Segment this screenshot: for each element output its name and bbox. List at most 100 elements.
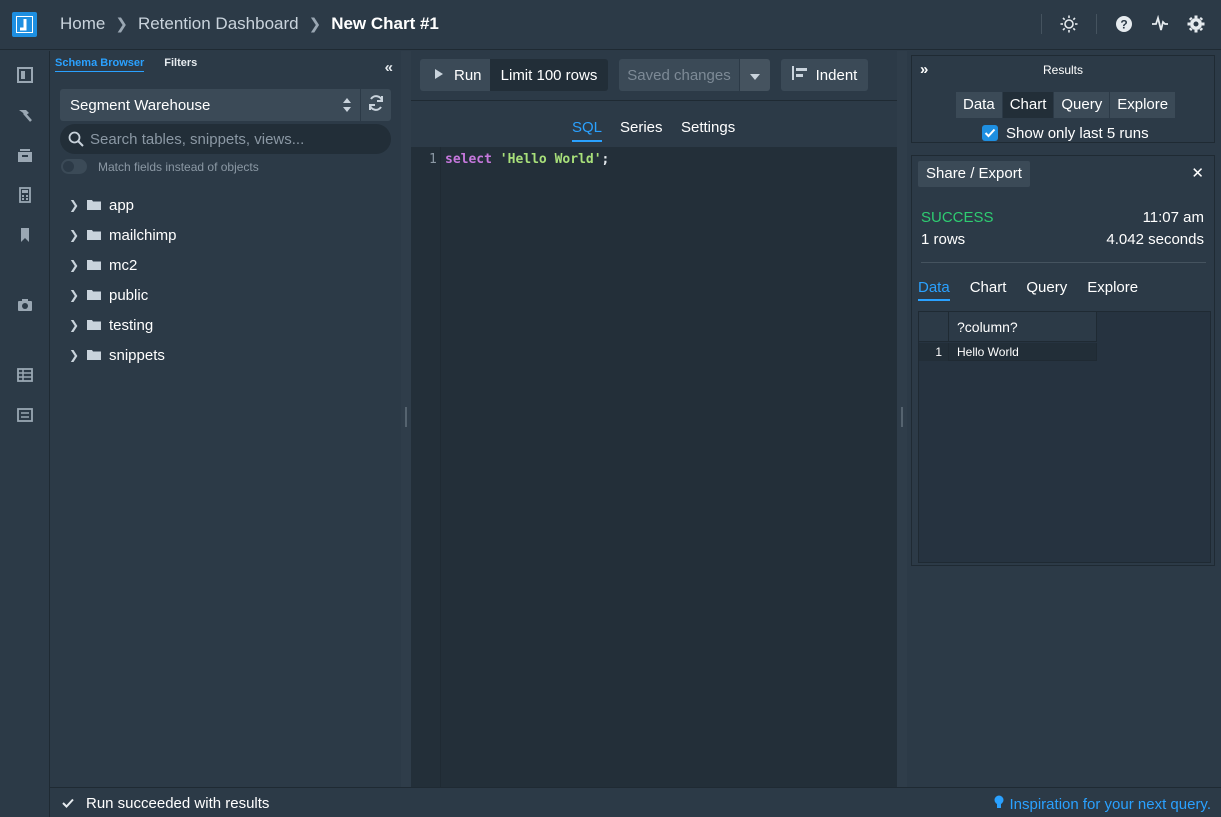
run-tab-explore[interactable]: Explore: [1087, 279, 1138, 301]
camera-icon[interactable]: [17, 297, 35, 315]
schema-item[interactable]: ❯ app: [69, 190, 177, 220]
match-fields-toggle[interactable]: [61, 159, 87, 174]
table-icon[interactable]: [17, 367, 35, 385]
schema-item[interactable]: ❯ mailchimp: [69, 220, 177, 250]
folder-icon: [87, 347, 109, 364]
sun-icon[interactable]: [1060, 15, 1078, 33]
results-tab-explore[interactable]: Explore: [1110, 92, 1177, 118]
indent-button[interactable]: Indent: [781, 59, 868, 91]
saved-changes-dropdown[interactable]: [740, 59, 770, 91]
folder-icon: [87, 287, 109, 304]
editor-tabs: SQL Series Settings: [411, 100, 897, 150]
editor-panel: Run Limit 100 rows Saved changes Indent …: [411, 51, 897, 787]
hammer-icon[interactable]: [17, 107, 35, 125]
table-row: 1 Hello World: [919, 343, 1097, 361]
run-duration: 4.042 seconds: [1106, 231, 1204, 248]
row-count: 1 rows: [921, 231, 966, 248]
chevron-right-icon: ❯: [69, 258, 80, 272]
pulse-icon[interactable]: [1151, 15, 1169, 33]
schema-item[interactable]: ❯ mc2: [69, 250, 177, 280]
refresh-button[interactable]: [361, 89, 391, 121]
tab-sql[interactable]: SQL: [572, 119, 603, 142]
results-header-box: » Results Data Chart Query Explore Show …: [911, 55, 1215, 143]
app-logo[interactable]: [12, 12, 37, 37]
share-export-button[interactable]: Share / Export: [918, 161, 1030, 187]
calculator-icon[interactable]: [17, 187, 35, 205]
schema-item[interactable]: ❯ snippets: [69, 340, 177, 370]
divider: [921, 262, 1206, 263]
code-line[interactable]: select 'Hello World';: [445, 152, 609, 167]
grid-header: ?column?: [919, 312, 1097, 342]
breadcrumb-current[interactable]: New Chart #1: [331, 14, 439, 34]
inspiration-link[interactable]: Inspiration for your next query.: [994, 795, 1211, 814]
top-icons: ?: [1041, 14, 1205, 34]
show-last-runs-checkbox[interactable]: [982, 125, 998, 141]
results-tab-chart[interactable]: Chart: [1002, 92, 1055, 118]
sql-keyword: select: [445, 152, 492, 167]
results-panel: » Results Data Chart Query Explore Show …: [907, 51, 1221, 787]
breadcrumb: Home ❯ Retention Dashboard ❯ New Chart #…: [60, 14, 439, 34]
folder-icon: [87, 197, 109, 214]
divider: [1096, 14, 1097, 34]
sql-string: 'Hello World': [499, 152, 602, 167]
run-button[interactable]: Run: [420, 59, 490, 91]
breadcrumb-home[interactable]: Home: [60, 14, 105, 34]
bookmark-icon[interactable]: [17, 227, 35, 245]
run-label: Run: [454, 66, 482, 84]
folder-icon: [87, 257, 109, 274]
folder-icon: [87, 227, 109, 244]
tab-schema-browser[interactable]: Schema Browser: [55, 57, 145, 72]
top-bar: Home ❯ Retention Dashboard ❯ New Chart #…: [0, 0, 1221, 50]
search-input[interactable]: Search tables, snippets, views...: [60, 124, 391, 154]
breadcrumb-dashboard[interactable]: Retention Dashboard: [138, 14, 299, 34]
tab-series[interactable]: Series: [620, 119, 663, 136]
results-tab-data[interactable]: Data: [956, 92, 1003, 118]
match-fields-label: Match fields instead of objects: [98, 160, 259, 174]
updown-arrows-icon: [342, 97, 352, 117]
run-status: SUCCESS: [921, 209, 994, 226]
result-grid: ?column? 1 Hello World: [918, 311, 1211, 563]
drag-handle[interactable]: [901, 407, 903, 427]
check-icon: [62, 795, 74, 812]
table-cell[interactable]: Hello World: [949, 343, 1097, 361]
import-icon[interactable]: [17, 407, 35, 425]
sql-editor[interactable]: 1 select 'Hello World';: [411, 147, 897, 787]
results-title: Results: [1042, 63, 1083, 77]
schema-item-label: mailchimp: [109, 226, 177, 244]
run-time: 11:07 am: [1142, 209, 1204, 226]
chevron-right-icon: ❯: [308, 16, 322, 33]
dashboard-icon[interactable]: [17, 67, 35, 85]
warehouse-select[interactable]: Segment Warehouse: [60, 89, 360, 121]
collapse-left-icon[interactable]: «: [385, 59, 393, 76]
gear-icon[interactable]: [1187, 15, 1205, 33]
saved-changes-button[interactable]: Saved changes: [619, 59, 739, 91]
line-number: 1: [429, 152, 437, 167]
tab-settings[interactable]: Settings: [681, 119, 735, 136]
show-last-runs-label: Show only last 5 runs: [1006, 125, 1149, 142]
column-header[interactable]: ?column?: [949, 312, 1097, 342]
run-tab-chart[interactable]: Chart: [970, 279, 1007, 301]
schema-item[interactable]: ❯ testing: [69, 310, 177, 340]
limit-rows-button[interactable]: Limit 100 rows: [490, 59, 608, 91]
results-tab-query[interactable]: Query: [1054, 92, 1111, 118]
lightbulb-icon: [994, 795, 1004, 814]
schema-item[interactable]: ❯ public: [69, 280, 177, 310]
close-icon[interactable]: ✕: [1191, 164, 1204, 182]
drag-handle[interactable]: [405, 407, 407, 427]
search-placeholder: Search tables, snippets, views...: [90, 130, 305, 148]
play-icon: [434, 67, 444, 84]
archive-icon[interactable]: [17, 147, 35, 165]
chevron-right-icon: ❯: [69, 228, 80, 242]
status-text: Run succeeded with results: [86, 795, 270, 812]
help-icon[interactable]: ?: [1115, 15, 1133, 33]
caret-down-icon: [750, 67, 760, 84]
chevron-right-icon: ❯: [69, 348, 80, 362]
nav-rail: [0, 51, 50, 817]
run-tab-query[interactable]: Query: [1026, 279, 1067, 301]
schema-item-label: testing: [109, 316, 154, 334]
left-splitter[interactable]: [401, 51, 411, 787]
tab-filters[interactable]: Filters: [164, 57, 197, 72]
run-tab-data[interactable]: Data: [918, 279, 950, 301]
right-splitter[interactable]: [897, 51, 907, 787]
chevron-right-icon: ❯: [69, 198, 80, 212]
